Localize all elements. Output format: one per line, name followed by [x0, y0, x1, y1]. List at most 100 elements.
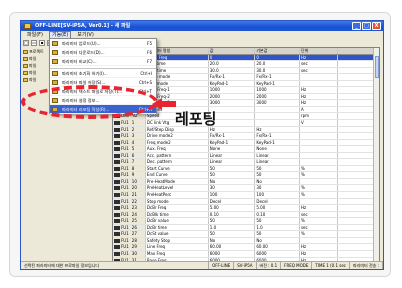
row-group-label: FU1: [121, 192, 129, 198]
row-group-label: FU1: [121, 237, 129, 243]
save-file-icon: [52, 80, 58, 85]
row-group-label: FU1: [121, 172, 129, 178]
row-number: 20: [131, 185, 137, 191]
row-group-label: FU1: [121, 159, 129, 165]
tree-item[interactable]: 프로젝트: [23, 49, 47, 55]
row-number: 24: [131, 211, 137, 217]
tree-item[interactable]: 파일: [23, 63, 47, 69]
parameter-chip-icon: [114, 134, 120, 139]
scrollbar-thumb[interactable]: [375, 56, 379, 78]
row-number: 2: [131, 126, 135, 132]
minimize-button[interactable]: _: [352, 22, 361, 30]
parameter-chip-icon: [114, 153, 120, 158]
vertical-scrollbar[interactable]: [373, 48, 379, 261]
row-number: 29: [131, 244, 137, 250]
status-version: 버전 : 0.1: [257, 262, 282, 269]
status-bar: 선택된 파라미터에 대한 프로파일 정보입니다 OFF-LINE SV-iP5A…: [21, 261, 383, 269]
report-highlight-ring: [21, 85, 158, 119]
tree-item[interactable]: 파일: [23, 56, 47, 62]
folder-icon: [23, 71, 28, 75]
row-number: 3: [131, 133, 135, 139]
parameter-chip-icon: [114, 121, 120, 126]
row-group-label: FU1: [121, 250, 129, 256]
parameter-chip-icon: [114, 173, 120, 178]
parameter-chip-icon: [114, 238, 120, 243]
maximize-button[interactable]: □: [362, 22, 371, 30]
menu-item-compare[interactable]: 파라미터 비교(C)... F7: [50, 57, 156, 66]
row-number: 1: [131, 120, 135, 126]
parameter-chip-icon: [114, 212, 120, 217]
row-group-label: FU1: [121, 146, 129, 152]
parameter-chip-icon: [114, 166, 120, 171]
row-group-label: FU1: [121, 231, 129, 237]
save-icon[interactable]: ▪: [39, 40, 45, 46]
status-freq-mode: FREQ MODE: [281, 262, 313, 269]
row-group-label: FU1: [121, 126, 129, 132]
parameter-chip-icon: [114, 140, 120, 145]
callout-arrow-icon: [152, 98, 176, 110]
tree-item[interactable]: 파일: [23, 70, 47, 76]
row-group-label: FU1: [121, 139, 129, 145]
row-group-label: FU1: [121, 198, 129, 204]
menu-item-upload[interactable]: 파라미터 업로드(U)... F5: [50, 39, 156, 48]
status-model: SV-iP5A: [234, 262, 257, 269]
parameter-chip-icon: [114, 219, 120, 224]
parameter-chip-icon: [114, 127, 120, 132]
row-number: 25: [131, 218, 137, 224]
parameter-chip-icon: [114, 147, 120, 152]
row-group-label: FU1: [121, 120, 129, 126]
parameter-chip-icon: [114, 245, 120, 250]
parameter-chip-icon: [114, 225, 120, 230]
row-group-label: FU1: [121, 211, 129, 217]
folder-icon: [23, 50, 28, 54]
row-group-label: FU1: [121, 178, 129, 184]
folder-icon: [23, 57, 28, 61]
parameter-chip-icon: [114, 251, 120, 256]
status-mode: OFF-LINE: [209, 262, 235, 269]
row-group-label: FU1: [121, 218, 129, 224]
tree-item[interactable]: 파일: [23, 77, 47, 83]
folder-icon: [23, 64, 28, 68]
status-message: 선택된 파라미터에 대한 프로파일 정보입니다: [21, 262, 210, 269]
close-button[interactable]: X: [372, 22, 381, 30]
menu-item-download[interactable]: 파라미터 다운로드(D)... F6: [50, 48, 156, 57]
row-number: 22: [131, 198, 137, 204]
download-icon: [52, 50, 58, 55]
row-number: 27: [131, 231, 137, 237]
parameter-chip-icon: [114, 193, 120, 198]
report-callout-label: 레포팅: [175, 110, 217, 128]
parameter-chip-icon: [114, 186, 120, 191]
row-number: 8: [131, 165, 135, 171]
menu-item-initialize[interactable]: 파라미터 초기화 하기(I)... Ctrl+I: [50, 69, 156, 78]
initialize-icon: [52, 71, 58, 76]
row-group-label: FU1: [121, 185, 129, 191]
row-group-label: FU1: [121, 244, 129, 250]
row-number: 23: [131, 205, 137, 211]
app-icon: [24, 23, 31, 29]
row-number: 21: [131, 192, 137, 198]
row-group-label: FU1: [121, 224, 129, 230]
window-title: OFF-LINE[SV-iP5A, Ver0.1] - 새 파일: [35, 23, 131, 29]
row-number: 6: [131, 152, 135, 158]
row-number: 7: [131, 159, 135, 165]
menu-file[interactable]: 파일(F): [25, 31, 45, 39]
new-file-icon[interactable]: □: [23, 40, 29, 46]
row-number: 28: [131, 237, 137, 243]
compare-icon: [52, 59, 58, 64]
row-number: 26: [131, 224, 137, 230]
status-time: TIME 1 (0.1 sec: [312, 262, 351, 269]
row-number: 10: [131, 178, 137, 184]
open-file-icon[interactable]: ▭: [31, 40, 37, 46]
row-number: 9: [131, 172, 135, 178]
row-number: 30: [131, 250, 137, 256]
status-transfer: 파라미터 전송 :: [350, 262, 383, 269]
window-controls: _ □ X: [352, 22, 381, 30]
upload-icon: [52, 41, 58, 46]
row-number: 4: [131, 139, 135, 145]
parameter-chip-icon: [114, 232, 120, 237]
parameter-chip-icon: [114, 179, 120, 184]
row-number: 5: [131, 146, 135, 152]
row-group-label: FU1: [121, 133, 129, 139]
row-group-label: FU1: [121, 165, 129, 171]
title-bar[interactable]: OFF-LINE[SV-iP5A, Ver0.1] - 새 파일 _ □ X: [21, 21, 383, 31]
